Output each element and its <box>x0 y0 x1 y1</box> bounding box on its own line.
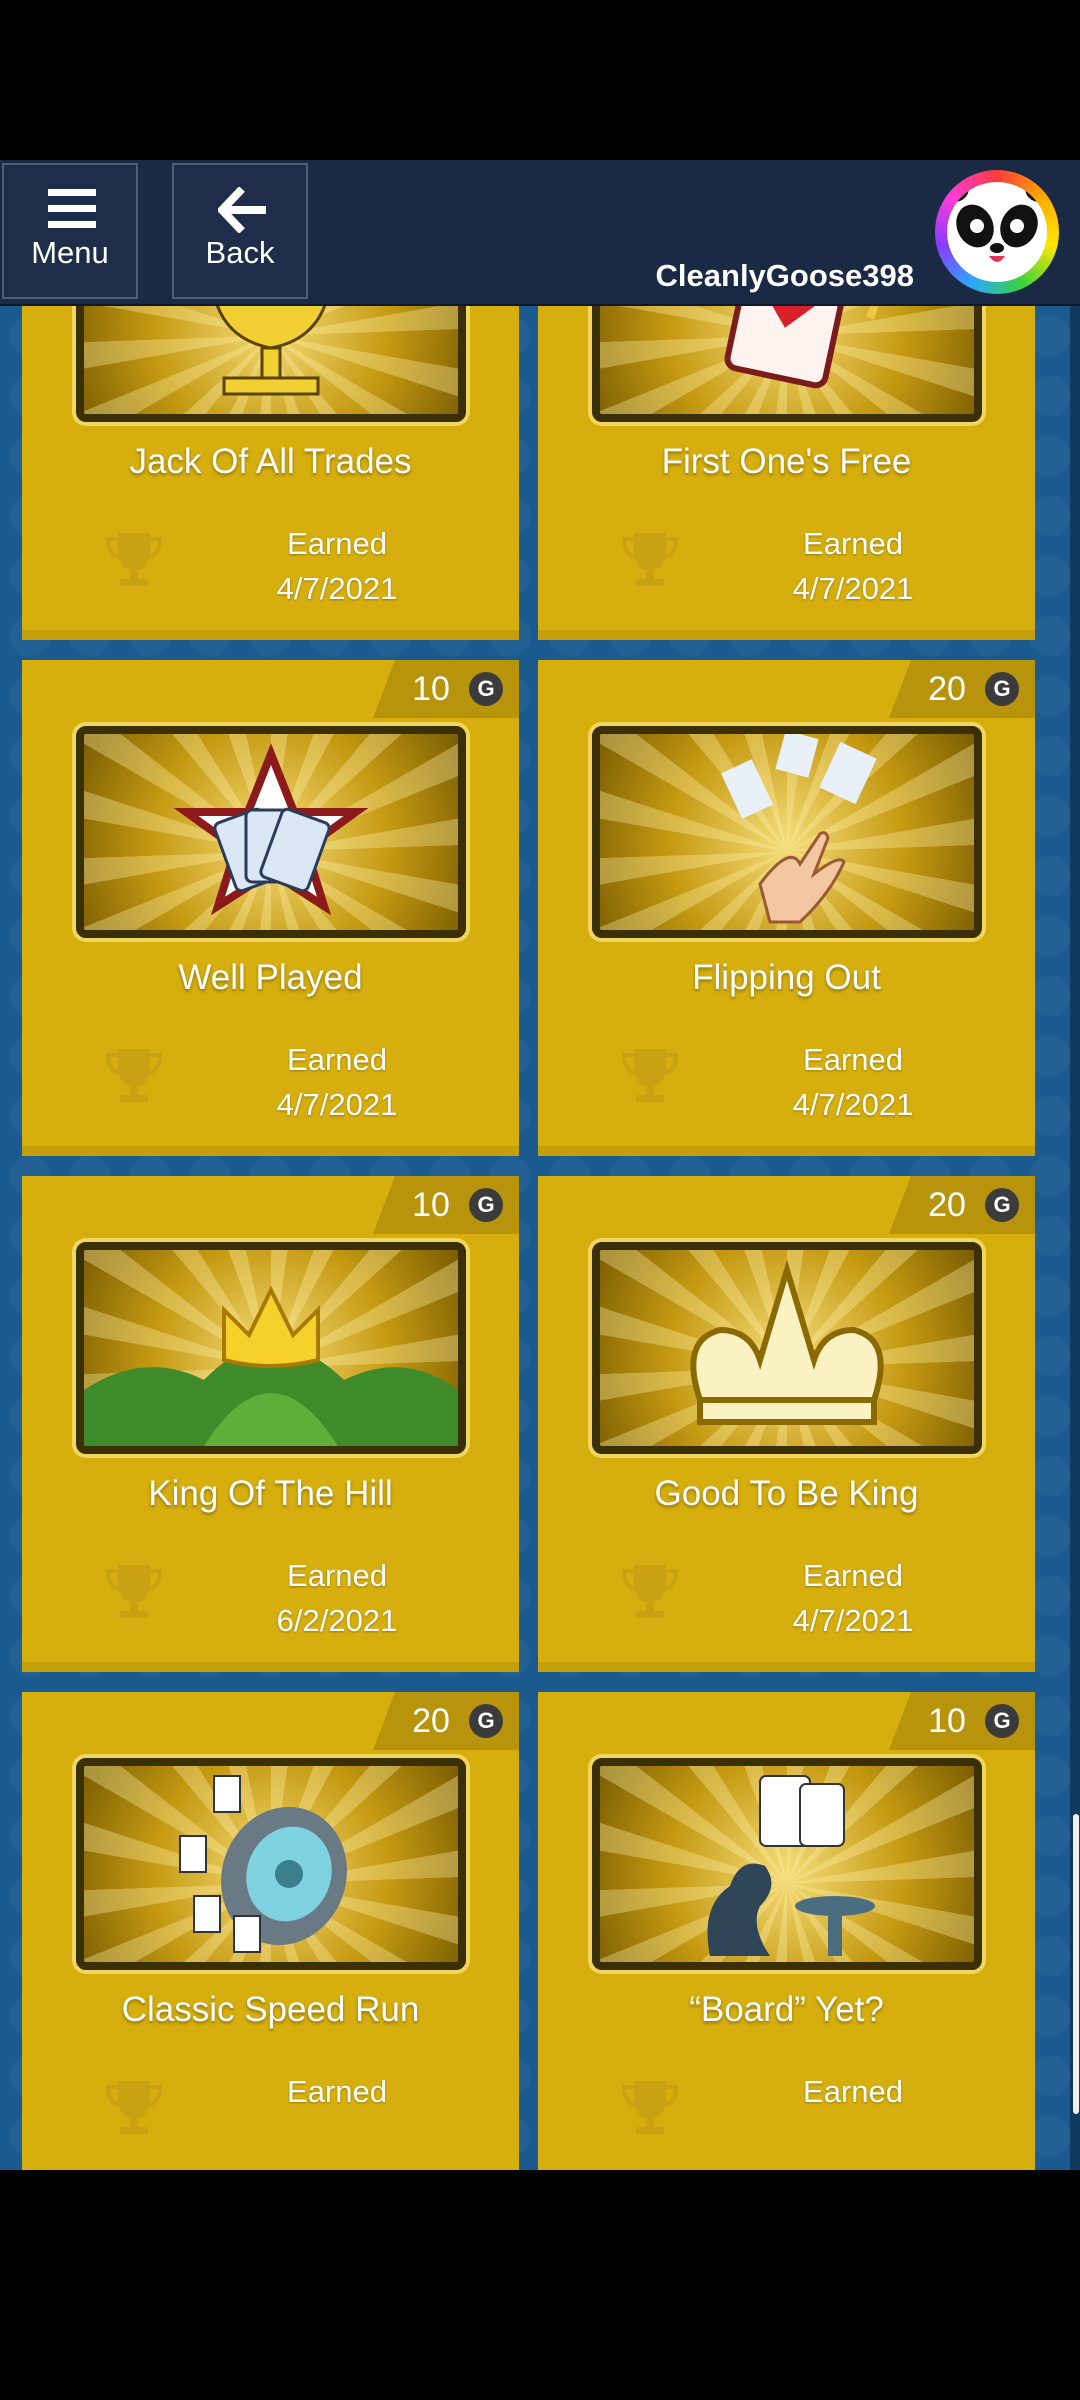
points-value: 20 <box>412 1702 450 1740</box>
hamburger-icon <box>48 189 96 228</box>
arrow-left-icon <box>218 187 266 233</box>
achievement-title: Flipping Out <box>692 958 881 997</box>
earned-date: 4/7/2021 <box>792 1603 914 1638</box>
gamerscore-icon: G <box>985 1704 1019 1738</box>
achievement-card[interactable]: 10 G Well Played Earned 4/7/2021 <box>22 660 519 1156</box>
crown-icon <box>690 1259 884 1425</box>
achievement-card[interactable]: 20 G Classic Speed Run Earned <box>22 1692 519 2170</box>
achievement-image <box>76 1758 466 1970</box>
achievement-card[interactable]: 20 G Flipping Out Earned 4/7/2021 <box>538 660 1035 1156</box>
trophy-icon <box>621 1565 679 1618</box>
trophy-icon <box>105 533 163 586</box>
earned-date: 6/2/2021 <box>276 1603 398 1638</box>
top-bar: Menu Back CleanlyGoose398 <box>0 160 1080 306</box>
achievements-grid[interactable]: Jack Of All Trades Earned 4/7/2021 First… <box>0 306 1080 2170</box>
earned-label: Earned <box>803 2074 903 2109</box>
earned-label: Earned <box>287 2074 387 2109</box>
menu-label: Menu <box>31 235 109 270</box>
points-value: 20 <box>928 1186 966 1224</box>
speed-wheel-icon <box>179 1775 347 1953</box>
flipping-cards-icon <box>721 734 877 924</box>
thinker-icon <box>707 1775 875 1956</box>
gamerscore-badge: 20 G <box>889 1176 1035 1234</box>
gamerscore-icon: G <box>985 672 1019 706</box>
goblet-icon <box>216 306 326 396</box>
trophy-icon <box>105 1565 163 1618</box>
points-value: 10 <box>412 670 450 708</box>
gamerscore-icon: G <box>469 1704 503 1738</box>
earned-date: 4/7/2021 <box>276 571 398 606</box>
achievement-title: Classic Speed Run <box>121 1990 420 2029</box>
achievement-card[interactable]: 10 G “Board” Yet? Earned <box>538 1692 1035 2170</box>
points-value: 10 <box>928 1702 966 1740</box>
gamerscore-badge: 10 G <box>373 660 519 718</box>
trophy-icon <box>105 2081 163 2134</box>
username[interactable]: CleanlyGoose398 <box>656 258 914 294</box>
achievement-image <box>76 306 466 422</box>
trophy-icon <box>621 2081 679 2134</box>
earned-label: Earned <box>287 526 387 561</box>
earned-date: 4/7/2021 <box>792 571 914 606</box>
gamerscore-badge: 20 G <box>889 660 1035 718</box>
achievement-title: Jack Of All Trades <box>129 442 412 481</box>
achievement-image <box>592 306 982 422</box>
earned-label: Earned <box>803 1558 903 1593</box>
gamerscore-badge: 20 G <box>373 1692 519 1750</box>
scrollbar-thumb[interactable] <box>1073 1814 1079 2114</box>
back-label: Back <box>205 235 275 270</box>
gamerscore-icon: G <box>985 1188 1019 1222</box>
achievement-image <box>592 1242 982 1454</box>
achievement-card[interactable]: First One's Free Earned 4/7/2021 <box>538 306 1035 640</box>
gamerscore-badge: 10 G <box>889 1692 1035 1750</box>
gamerscore-icon: G <box>469 1188 503 1222</box>
trophy-icon <box>621 1049 679 1102</box>
status-bar <box>0 0 1080 160</box>
back-button[interactable]: Back <box>172 163 308 299</box>
points-value: 10 <box>412 1186 450 1224</box>
trophy-icon <box>621 533 679 586</box>
earned-date: 4/7/2021 <box>276 1087 398 1122</box>
achievement-image <box>592 726 982 938</box>
achievement-title: “Board” Yet? <box>689 1990 884 2029</box>
achievement-image <box>76 726 466 938</box>
achievement-title: Good To Be King <box>654 1474 919 1513</box>
achievement-title: King Of The Hill <box>148 1474 393 1513</box>
achievement-card[interactable]: 20 G Good To Be King Earned 4/7/2021 <box>538 1176 1035 1672</box>
gamerscore-icon: G <box>469 672 503 706</box>
avatar[interactable] <box>935 170 1059 294</box>
earned-label: Earned <box>287 1558 387 1593</box>
trophy-icon <box>105 1049 163 1102</box>
achievement-card[interactable]: Jack Of All Trades Earned 4/7/2021 <box>22 306 519 640</box>
earned-label: Earned <box>803 526 903 561</box>
achievement-card[interactable]: 10 G King Of The Hill Earned 6/2/2021 <box>22 1176 519 1672</box>
menu-button[interactable]: Menu <box>2 163 138 299</box>
star-cards-icon <box>173 743 369 916</box>
achievement-title: Well Played <box>178 958 363 997</box>
system-nav-bar <box>0 2170 1080 2400</box>
earned-label: Earned <box>287 1042 387 1077</box>
achievement-image <box>76 1242 466 1454</box>
earned-date: 4/7/2021 <box>792 1087 914 1122</box>
scrollbar-track[interactable] <box>1070 306 1080 2170</box>
achievement-image <box>592 1758 982 1970</box>
crown-hill-icon <box>84 1285 458 1446</box>
gamerscore-badge: 10 G <box>373 1176 519 1234</box>
heart-card-icon <box>724 306 879 389</box>
points-value: 20 <box>928 670 966 708</box>
achievement-title: First One's Free <box>661 442 912 481</box>
earned-label: Earned <box>803 1042 903 1077</box>
